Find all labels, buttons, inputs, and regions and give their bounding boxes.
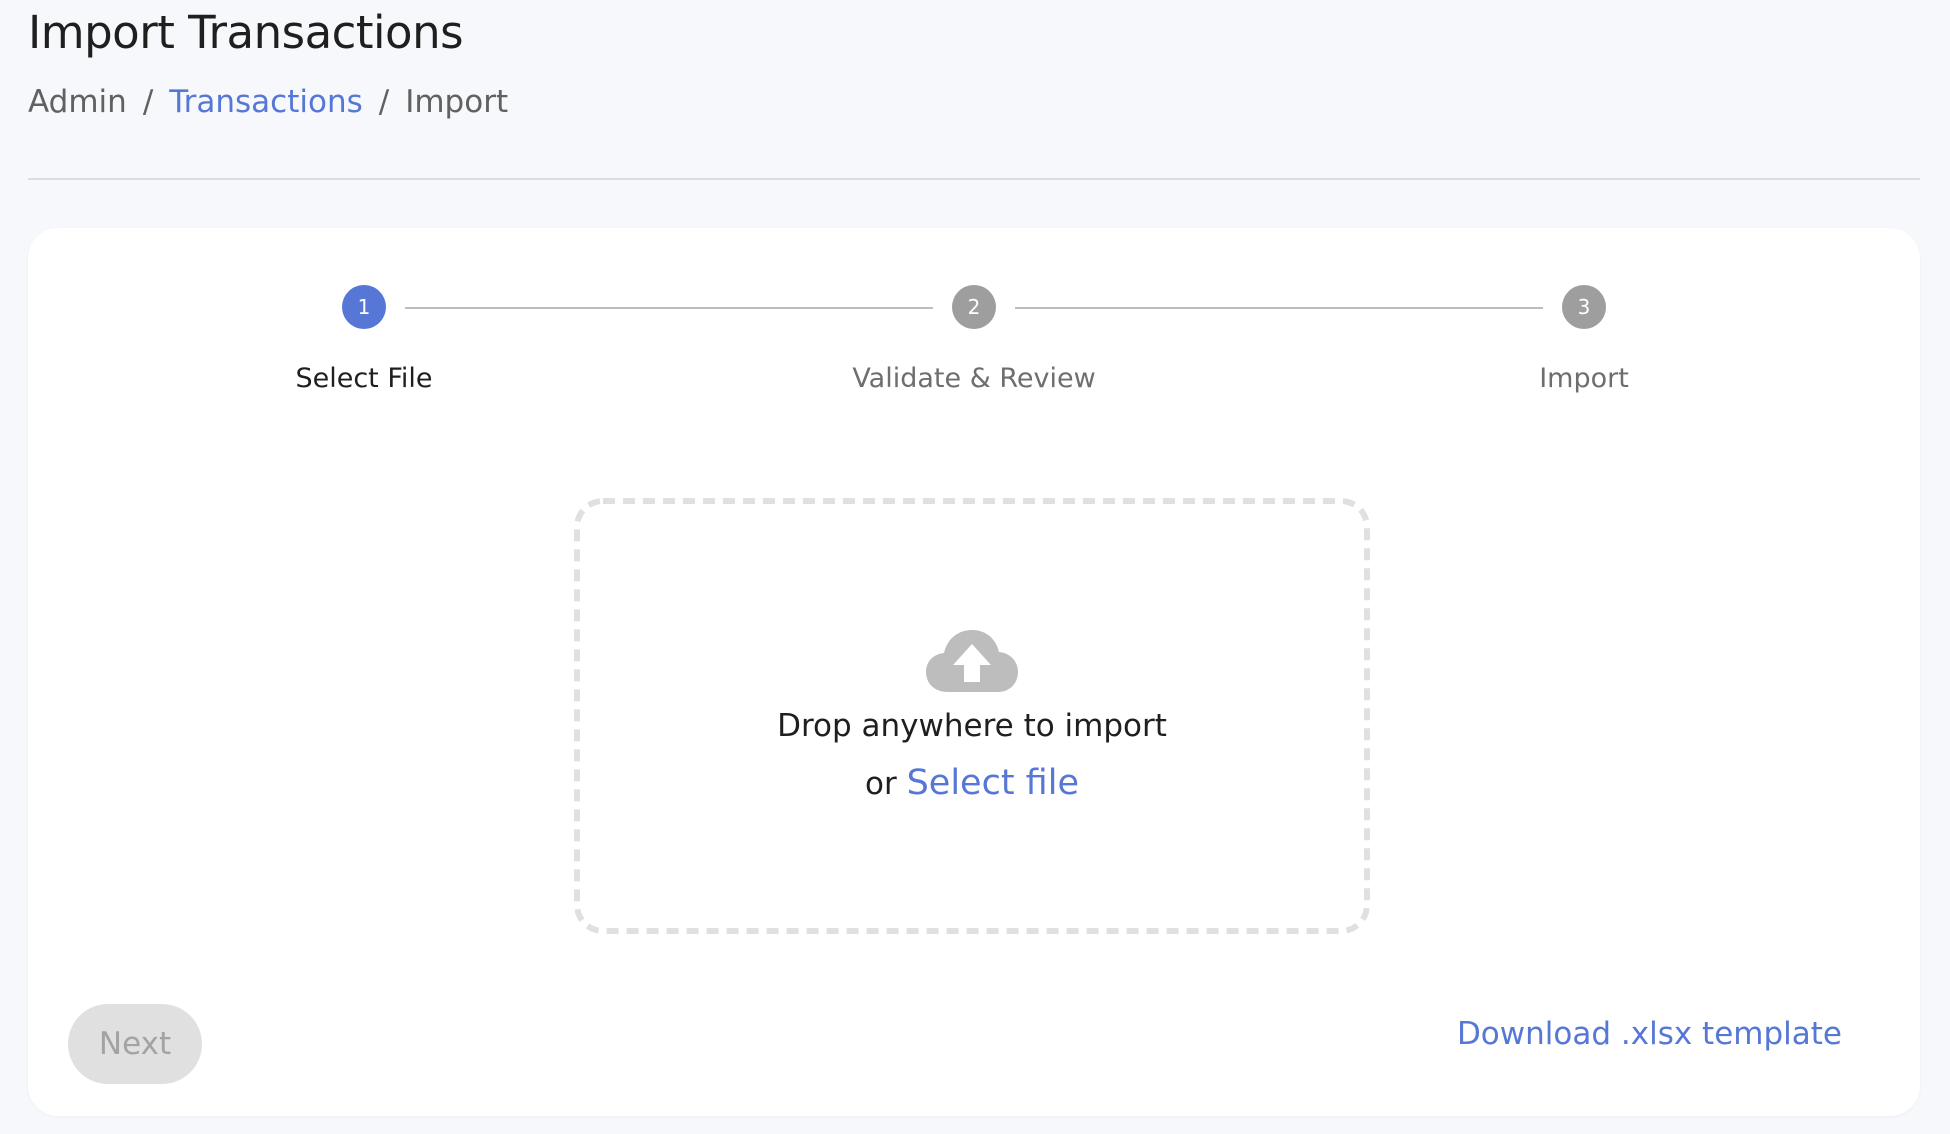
step-1-indicator: 1 — [342, 285, 386, 329]
step-connector-2-3 — [1015, 307, 1543, 309]
import-card: 1 2 3 Select File Validate & Review Impo… — [28, 228, 1920, 1116]
step-connector-1-2 — [405, 307, 933, 309]
step-2-indicator: 2 — [952, 285, 996, 329]
breadcrumb-transactions-link[interactable]: Transactions — [169, 84, 363, 120]
step-3-label: Import — [1539, 363, 1629, 394]
page-title: Import Transactions — [28, 6, 464, 59]
breadcrumb-separator: / — [142, 84, 154, 120]
breadcrumb-import: Import — [405, 84, 509, 120]
step-2-number: 2 — [967, 295, 981, 319]
step-1-number: 1 — [357, 295, 371, 319]
select-file-link[interactable]: Select file — [907, 763, 1079, 803]
next-button[interactable]: Next — [68, 1004, 202, 1084]
download-template-link[interactable]: Download .xlsx template — [1457, 1016, 1842, 1052]
file-dropzone[interactable]: Drop anywhere to import or Select file — [574, 498, 1370, 934]
breadcrumb-admin: Admin — [28, 84, 127, 120]
breadcrumb: Admin / Transactions / Import — [28, 84, 508, 120]
dropzone-primary-text: Drop anywhere to import — [777, 708, 1167, 744]
dropzone-or-text: or — [865, 766, 897, 802]
dropzone-select-line: or Select file — [574, 763, 1370, 803]
step-3-indicator: 3 — [1562, 285, 1606, 329]
step-1-label: Select File — [295, 363, 433, 394]
breadcrumb-separator: / — [378, 84, 390, 120]
cloud-upload-icon — [926, 630, 1018, 692]
header-divider — [28, 178, 1920, 180]
step-3-number: 3 — [1577, 295, 1591, 319]
step-2-label: Validate & Review — [852, 363, 1096, 394]
